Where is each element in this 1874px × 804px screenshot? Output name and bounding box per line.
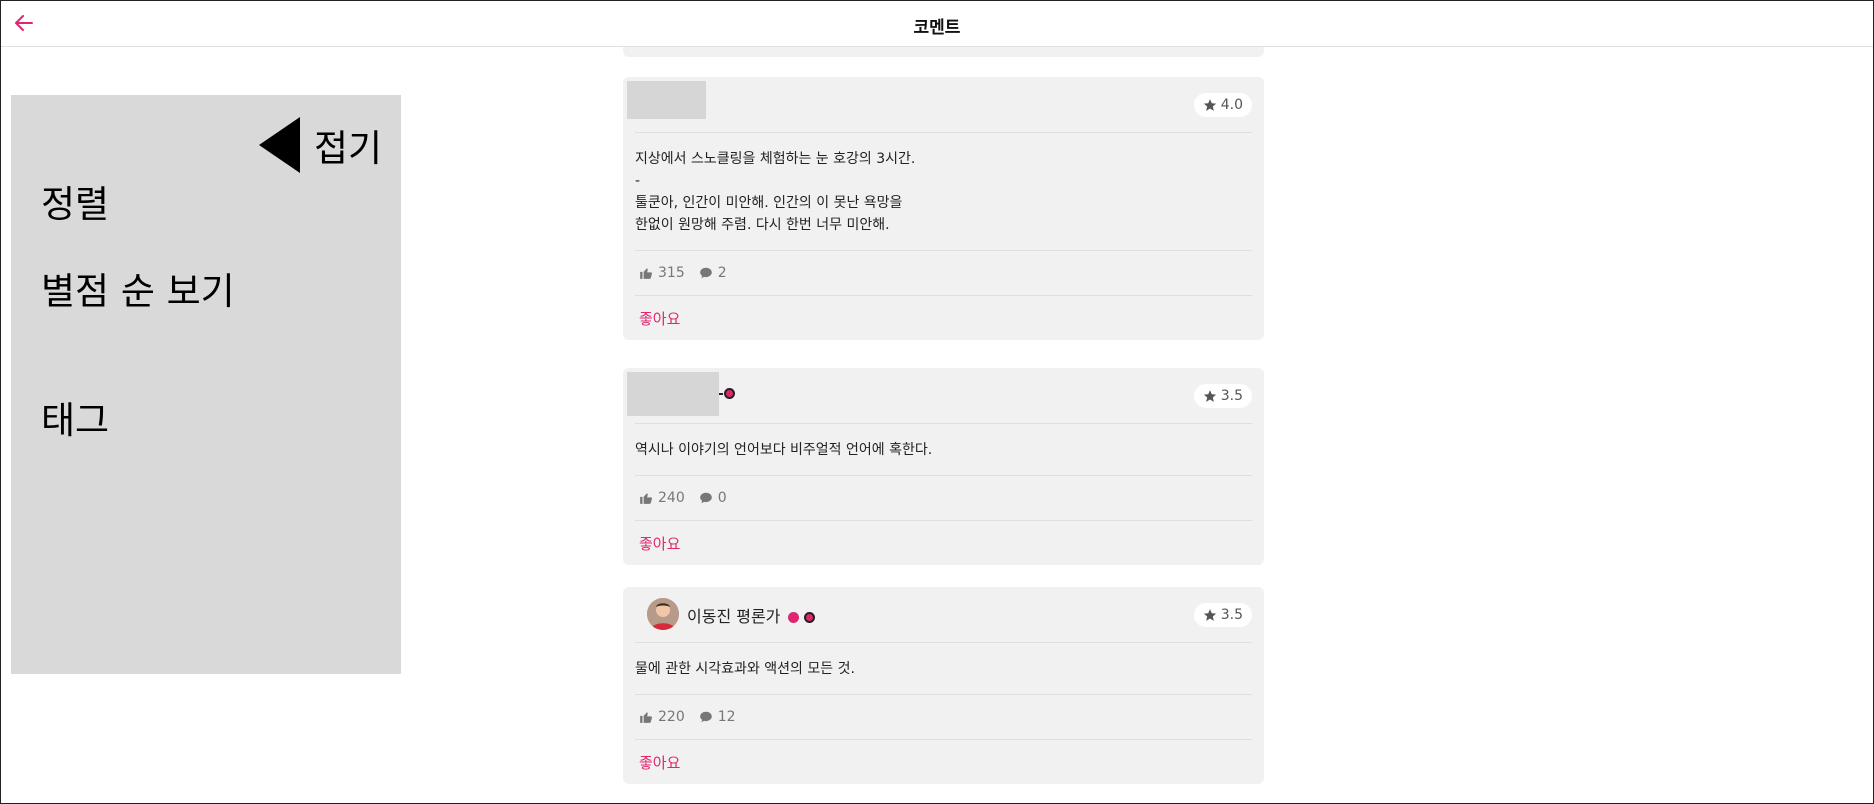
comment-card-previous xyxy=(623,47,1264,57)
user-name: 이동진 평론가 xyxy=(687,607,781,626)
avatar[interactable] xyxy=(647,598,679,630)
side-panel: 접기 정렬 별점 순 보기 태그 xyxy=(11,95,401,674)
likes-stat: 220 xyxy=(639,709,685,725)
like-button[interactable]: 좋아요 xyxy=(635,521,1252,565)
comment-line: - xyxy=(635,173,641,189)
thumbs-up-icon xyxy=(640,712,652,723)
star-icon xyxy=(1203,609,1216,621)
comment-line: 물에 관한 시각효과와 액션의 모든 것. xyxy=(635,661,855,677)
rating-value: 4.0 xyxy=(1220,97,1243,113)
page-title: 코멘트 xyxy=(913,18,961,38)
profile-photo-icon xyxy=(647,598,679,630)
likes-count: 220 xyxy=(658,709,685,725)
speech-bubble-icon xyxy=(699,267,712,279)
dash-mark xyxy=(719,392,723,395)
comment-stats: 240 0 xyxy=(635,476,1252,521)
thumbs-up-icon xyxy=(640,493,652,504)
comment-card: 3.5 역시나 이야기의 언어보다 비주얼적 언어에 혹한다. 240 0 좋아… xyxy=(623,368,1264,565)
verified-badge-icon xyxy=(787,612,799,623)
comment-card: 이동진 평론가 3.5 물에 관한 시각효과와 액션의 모든 것. 220 12… xyxy=(623,587,1264,784)
replies-count: 12 xyxy=(717,709,736,725)
comment-stats: 315 2 xyxy=(635,251,1252,296)
user-badges xyxy=(719,388,735,399)
likes-stat: 315 xyxy=(639,265,685,281)
replies-count: 2 xyxy=(717,265,727,281)
certified-badge-icon xyxy=(803,612,815,623)
replies-count: 0 xyxy=(717,490,727,506)
collapse-label: 접기 xyxy=(314,127,383,170)
comment-card: 4.0 지상에서 스노클링을 체험하는 눈 호강의 3시간. - 툴쿤아, 인간… xyxy=(623,77,1264,340)
user-name-group[interactable]: 이동진 평론가 xyxy=(687,603,815,627)
likes-stat: 240 xyxy=(639,490,685,506)
side-item-tags[interactable]: 태그 xyxy=(41,390,109,444)
rating-badge: 3.5 xyxy=(1193,384,1252,408)
likes-count: 315 xyxy=(658,265,685,281)
comment-line: 한없이 원망해 주렴. 다시 한번 너무 미안해. xyxy=(635,217,890,233)
replies-stat: 2 xyxy=(699,265,727,281)
comment-text[interactable]: 물에 관한 시각효과와 액션의 모든 것. xyxy=(635,643,1252,695)
certified-badge-icon xyxy=(724,388,735,399)
speech-bubble-icon xyxy=(699,492,712,504)
star-icon xyxy=(1203,390,1216,402)
comment-stats: 220 12 xyxy=(635,695,1252,740)
comment-line: 지상에서 스노클링을 체험하는 눈 호강의 3시간. xyxy=(635,151,916,167)
like-button[interactable]: 좋아요 xyxy=(635,296,1252,340)
comment-feed[interactable]: 4.0 지상에서 스노클링을 체험하는 눈 호강의 3시간. - 툴쿤아, 인간… xyxy=(623,47,1264,804)
triangle-left-icon xyxy=(259,117,300,173)
side-item-sort-by-rating[interactable]: 별점 순 보기 xyxy=(41,261,235,315)
replies-stat: 12 xyxy=(699,709,736,725)
avatar[interactable] xyxy=(627,81,706,119)
speech-bubble-icon xyxy=(699,711,712,723)
comment-text[interactable]: 역시나 이야기의 언어보다 비주얼적 언어에 혹한다. xyxy=(635,424,1252,476)
comment-header: 이동진 평론가 3.5 xyxy=(635,587,1252,643)
comment-line: 역시나 이야기의 언어보다 비주얼적 언어에 혹한다. xyxy=(635,442,933,458)
avatar[interactable] xyxy=(627,372,719,416)
star-icon xyxy=(1203,99,1216,111)
like-button[interactable]: 좋아요 xyxy=(635,740,1252,784)
comment-text[interactable]: 지상에서 스노클링을 체험하는 눈 호강의 3시간. - 툴쿤아, 인간이 미안… xyxy=(635,133,1252,251)
rating-value: 3.5 xyxy=(1220,388,1243,404)
rating-badge: 4.0 xyxy=(1193,93,1252,117)
comment-header: 3.5 xyxy=(627,368,1252,424)
thumbs-up-icon xyxy=(640,268,652,279)
replies-stat: 0 xyxy=(699,490,727,506)
top-bar: 코멘트 xyxy=(1,1,1873,47)
likes-count: 240 xyxy=(658,490,685,506)
side-item-sort[interactable]: 정렬 xyxy=(41,174,109,228)
comment-header: 4.0 xyxy=(627,77,1252,133)
collapse-button[interactable]: 접기 xyxy=(259,115,382,175)
rating-value: 3.5 xyxy=(1220,607,1243,623)
rating-badge: 3.5 xyxy=(1193,603,1252,627)
comment-line: 툴쿤아, 인간이 미안해. 인간의 이 못난 욕망을 xyxy=(635,195,903,211)
